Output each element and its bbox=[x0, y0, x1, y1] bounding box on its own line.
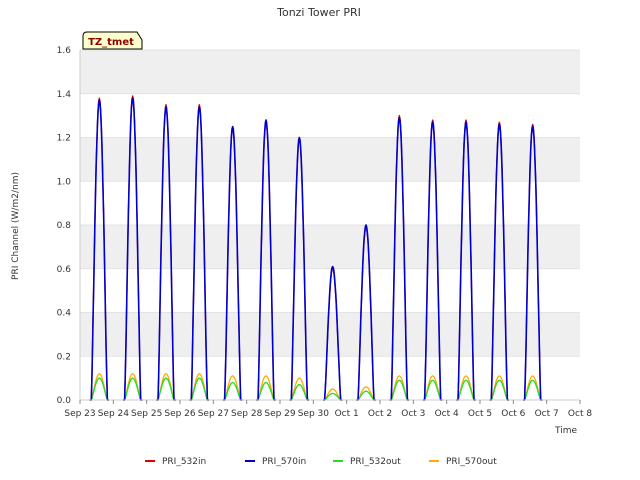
x-tick-label: Sep 30 bbox=[298, 409, 330, 419]
y-tick-label: 0.2 bbox=[57, 352, 71, 362]
y-tick-label: 1.4 bbox=[57, 90, 72, 100]
plot-band bbox=[80, 93, 580, 138]
x-tick-label: Sep 29 bbox=[264, 409, 296, 419]
legend-label: PRI_570out bbox=[446, 457, 497, 467]
x-tick-label: Oct 6 bbox=[501, 409, 525, 419]
x-tick-label: Sep 24 bbox=[98, 409, 130, 419]
annotation-badge: TZ_tmet bbox=[82, 31, 143, 50]
y-tick-label: 0.4 bbox=[57, 309, 72, 319]
plot-band bbox=[80, 50, 580, 94]
legend-label: PRI_532in bbox=[162, 457, 206, 467]
x-tick-label: Oct 4 bbox=[435, 409, 459, 419]
x-tick-label: Oct 2 bbox=[368, 409, 392, 419]
legend-label: PRI_532out bbox=[350, 457, 401, 467]
legend: PRI_532in PRI_570in PRI_532out PRI_570out bbox=[145, 457, 497, 467]
plot-band bbox=[80, 137, 580, 182]
x-tick-label: Sep 25 bbox=[131, 409, 162, 419]
y-tick-label: 1.0 bbox=[57, 177, 72, 187]
y-tick-label: 1.6 bbox=[57, 46, 72, 56]
x-tick-label: Sep 23 bbox=[64, 409, 95, 419]
x-tick-label: Sep 28 bbox=[231, 409, 263, 419]
plot-band bbox=[80, 181, 580, 225]
x-axis-title: Time bbox=[554, 426, 577, 436]
x-tick-label: Oct 7 bbox=[535, 409, 559, 419]
y-tick-label: 0.6 bbox=[57, 265, 72, 275]
y-tick-label: 0.0 bbox=[57, 396, 72, 406]
legend-label: PRI_570in bbox=[262, 457, 306, 467]
x-tick-label: Oct 3 bbox=[401, 409, 425, 419]
chart-title: Tonzi Tower PRI bbox=[276, 6, 361, 19]
y-axis-title: PRI Channel (W/m2/nm) bbox=[11, 172, 21, 280]
y-tick-label: 0.8 bbox=[57, 221, 72, 231]
x-tick-label: Oct 8 bbox=[568, 409, 592, 419]
x-tick-label: Sep 26 bbox=[164, 409, 196, 419]
x-tick-label: Oct 1 bbox=[335, 409, 359, 419]
x-tick-label: Sep 27 bbox=[198, 409, 229, 419]
x-tick-label: Oct 5 bbox=[468, 409, 492, 419]
chart: 0.00.20.40.60.81.01.21.41.6Sep 23 Sep 24 S… bbox=[11, 6, 592, 467]
annotation-label: TZ_tmet bbox=[88, 37, 134, 48]
y-tick-label: 1.2 bbox=[57, 134, 71, 144]
